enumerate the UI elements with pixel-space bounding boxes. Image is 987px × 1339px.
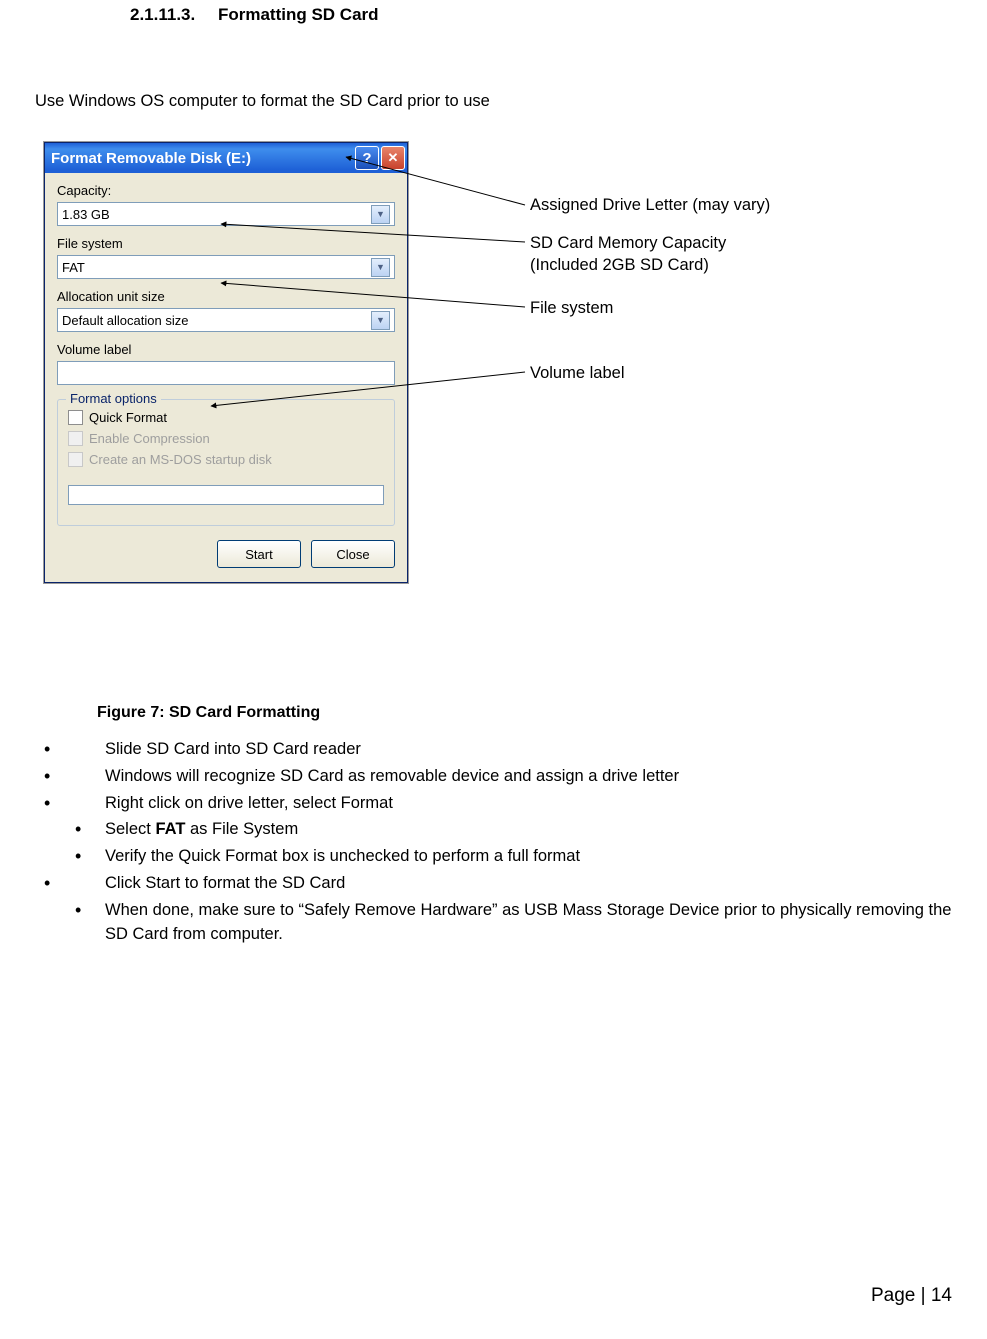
step-item: When done, make sure to “Safely Remove H… <box>35 898 952 948</box>
figure-area: Format Removable Disk (E:) ? ✕ Capacity:… <box>35 142 952 727</box>
callout-capacity-2: (Included 2GB SD Card) <box>530 254 709 276</box>
filesystem-value: FAT <box>62 260 85 275</box>
quick-format-label: Quick Format <box>89 410 167 425</box>
help-button[interactable]: ? <box>355 146 379 170</box>
chevron-down-icon: ▼ <box>371 205 390 224</box>
format-options-group: Format options Quick Format Enable Compr… <box>57 399 395 526</box>
page-footer: Page | 14 <box>871 1285 952 1307</box>
allocation-combo[interactable]: Default allocation size ▼ <box>57 308 395 332</box>
callout-capacity-1: SD Card Memory Capacity <box>530 232 726 254</box>
format-dialog: Format Removable Disk (E:) ? ✕ Capacity:… <box>44 142 408 583</box>
enable-compression-label: Enable Compression <box>89 431 210 446</box>
capacity-combo[interactable]: 1.83 GB ▼ <box>57 202 395 226</box>
quick-format-checkbox[interactable]: Quick Format <box>68 410 384 425</box>
capacity-value: 1.83 GB <box>62 207 110 222</box>
callout-filesystem: File system <box>530 297 613 319</box>
chevron-down-icon: ▼ <box>371 258 390 277</box>
callout-volume-label: Volume label <box>530 362 624 384</box>
filesystem-combo[interactable]: FAT ▼ <box>57 255 395 279</box>
allocation-value: Default allocation size <box>62 313 188 328</box>
figure-caption: Figure 7: SD Card Formatting <box>97 704 320 722</box>
step-item: Select FAT as File System <box>35 817 952 842</box>
intro-text: Use Windows OS computer to format the SD… <box>35 42 952 126</box>
format-options-title: Format options <box>66 391 161 406</box>
callout-drive-letter: Assigned Drive Letter (may vary) <box>530 194 770 216</box>
volume-label-label: Volume label <box>57 342 395 357</box>
dialog-titlebar: Format Removable Disk (E:) ? ✕ <box>45 143 407 173</box>
steps-list: Slide SD Card into SD Card reader Window… <box>35 737 952 947</box>
step-item: Right click on drive letter, select Form… <box>35 791 952 816</box>
start-button[interactable]: Start <box>217 540 301 568</box>
checkbox-icon <box>68 431 83 446</box>
section-title: Formatting SD Card <box>218 5 379 24</box>
section-number: 2.1.11.3. <box>130 5 195 25</box>
checkbox-icon <box>68 410 83 425</box>
allocation-label: Allocation unit size <box>57 289 395 304</box>
dialog-title: Format Removable Disk (E:) <box>51 150 251 167</box>
close-icon[interactable]: ✕ <box>381 146 405 170</box>
step-item: Click Start to format the SD Card <box>35 871 952 896</box>
step-item: Windows will recognize SD Card as remova… <box>35 764 952 789</box>
msdos-disk-label: Create an MS-DOS startup disk <box>89 452 272 467</box>
close-button[interactable]: Close <box>311 540 395 568</box>
section-heading: 2.1.11.3. Formatting SD Card <box>35 0 952 25</box>
checkbox-icon <box>68 452 83 467</box>
enable-compression-checkbox: Enable Compression <box>68 431 384 446</box>
volume-label-input[interactable] <box>57 361 395 385</box>
msdos-disk-checkbox: Create an MS-DOS startup disk <box>68 452 384 467</box>
step-item: Slide SD Card into SD Card reader <box>35 737 952 762</box>
progress-bar <box>68 485 384 505</box>
filesystem-label: File system <box>57 236 395 251</box>
step-item: Verify the Quick Format box is unchecked… <box>35 844 952 869</box>
capacity-label: Capacity: <box>57 183 395 198</box>
chevron-down-icon: ▼ <box>371 311 390 330</box>
